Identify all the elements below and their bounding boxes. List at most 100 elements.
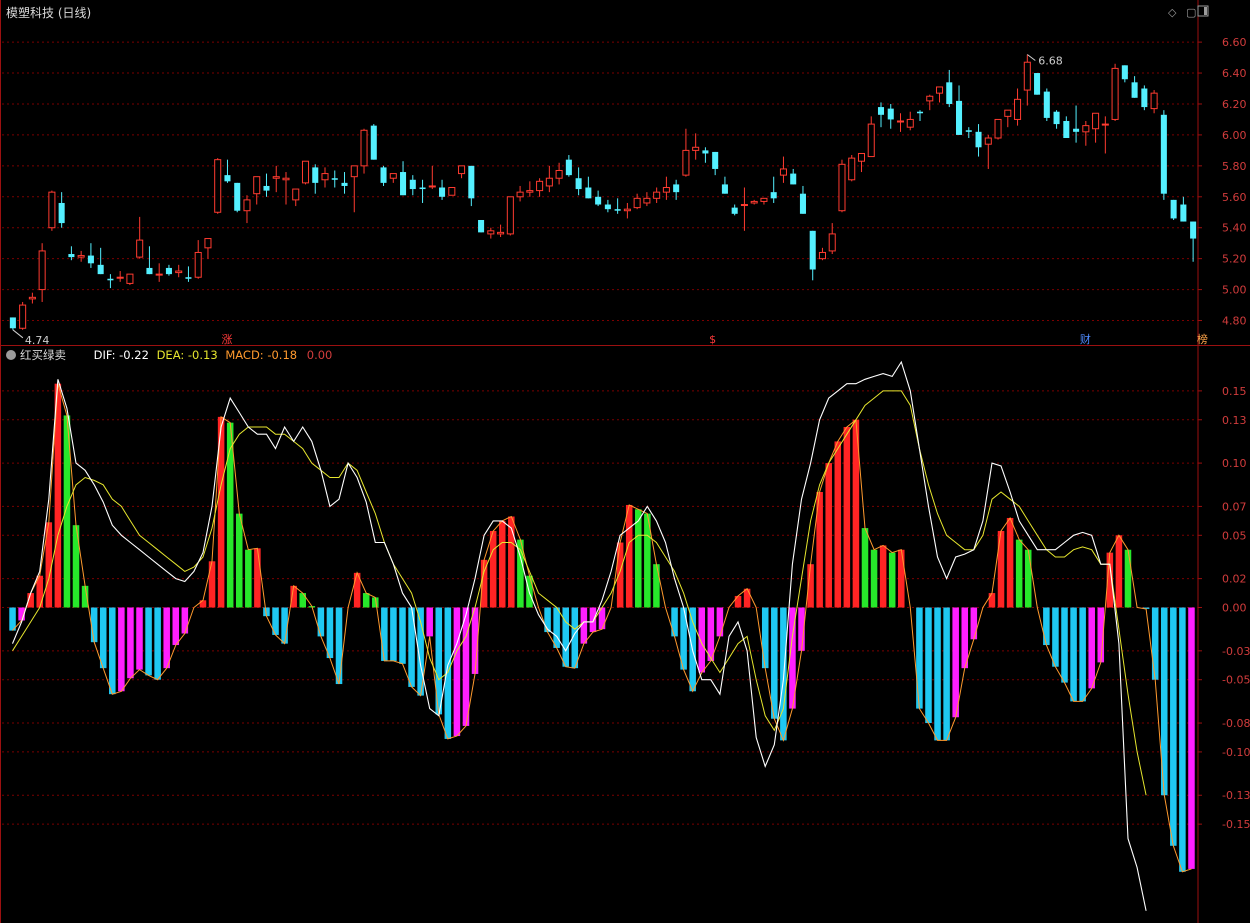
macd-bar — [1115, 535, 1123, 608]
macd-bar — [1052, 607, 1059, 667]
macd-bar — [172, 607, 180, 646]
macd-bar — [326, 607, 334, 659]
macd-bar — [281, 607, 288, 644]
candle-body — [370, 125, 377, 160]
macd-bar — [870, 549, 878, 608]
candle-body — [1160, 114, 1167, 194]
price-tick-label: 6.60 — [1222, 36, 1247, 49]
macd-bar — [508, 516, 515, 608]
price-panel-title: 模塑科技 (日线) — [6, 6, 92, 20]
event-marker: 涨 — [221, 333, 232, 346]
candle-body — [926, 95, 934, 102]
candle-body — [1014, 98, 1022, 120]
candle-body — [263, 185, 270, 191]
macd-bar — [997, 530, 1005, 608]
price-tick-label: 6.00 — [1222, 129, 1247, 142]
macd-bar — [1124, 549, 1132, 608]
candle-body — [643, 197, 651, 204]
candle-body — [350, 165, 358, 178]
macd-bar — [916, 607, 923, 709]
macd-bar — [707, 607, 715, 661]
chart-canvas: 6.60 6.40 6.20 6.00 5.80 5.60 5.40 5.20 5.00 4.80… — [0, 0, 1250, 923]
candle-body — [790, 173, 797, 185]
panel-toggle-icon[interactable] — [1196, 4, 1210, 21]
macd-bar — [453, 607, 461, 737]
candle-body — [838, 163, 846, 212]
macd-bar — [589, 607, 597, 633]
macd-bar — [970, 607, 978, 640]
candle-body — [1190, 221, 1197, 239]
candle-body — [545, 177, 553, 187]
macd-bar — [1188, 607, 1195, 869]
macd-bar — [1070, 607, 1077, 702]
candle-body — [614, 209, 621, 211]
candle-body — [126, 273, 134, 284]
macd-bar — [444, 607, 452, 739]
candle-body — [994, 118, 1002, 139]
macd-bar — [145, 607, 152, 676]
event-marker: 财 — [1080, 332, 1091, 346]
macd-bar — [127, 607, 134, 679]
candle-body — [1043, 91, 1050, 118]
macd-bar — [879, 545, 887, 608]
candle-body — [877, 107, 885, 115]
macd-bar — [489, 530, 497, 608]
macd-bar — [299, 593, 306, 608]
candle-body — [1180, 204, 1187, 222]
candle-body — [204, 238, 212, 249]
macd-bar — [335, 607, 343, 685]
candle-body — [272, 176, 280, 179]
macd-label: MACD: — [225, 348, 264, 362]
indicator-tick-label: -0.10 — [1222, 746, 1250, 759]
options-icon[interactable]: ▢ — [1186, 6, 1196, 19]
macd-bar — [199, 600, 207, 608]
macd-bar — [1088, 607, 1095, 689]
candle-body — [848, 157, 856, 181]
event-marker: $ — [709, 333, 716, 346]
candle-body — [400, 172, 407, 196]
candle-body — [818, 251, 826, 260]
dif-value: -0.22 — [119, 348, 149, 362]
candle-body — [107, 278, 114, 281]
macd-value: -0.18 — [267, 348, 298, 362]
candle-body — [497, 231, 505, 235]
macd-bar — [245, 549, 252, 608]
candle-body — [867, 123, 875, 158]
candle-body — [1053, 111, 1060, 125]
candle-body — [478, 219, 485, 233]
macd-bar — [399, 607, 406, 664]
candle-body — [487, 230, 495, 235]
macd-bar — [208, 561, 216, 608]
macd-bar — [825, 463, 832, 608]
candle-body — [633, 197, 641, 209]
macd-bar — [553, 607, 560, 648]
indicator-settings-icon[interactable] — [6, 350, 16, 360]
candle-body — [331, 178, 338, 180]
event-marker: 榜 — [1197, 332, 1208, 346]
macd-bar — [154, 607, 161, 680]
price-tick-label: 6.20 — [1222, 98, 1247, 111]
candle-body — [750, 200, 758, 204]
macd-bar — [698, 607, 706, 673]
diamond-icon[interactable]: ◇ — [1168, 6, 1176, 19]
price-tick-label: 4.80 — [1222, 315, 1247, 328]
candle-body — [595, 196, 602, 205]
candle-body — [48, 191, 56, 229]
macd-bar — [934, 607, 941, 741]
macd-bar — [716, 607, 724, 637]
candle-body — [165, 267, 172, 275]
candle-body — [28, 296, 36, 300]
indicator-tick-label: -0.13 — [1222, 789, 1250, 802]
candle-body — [779, 168, 787, 176]
price-tick-label: 5.80 — [1222, 160, 1247, 173]
candle-body — [1092, 112, 1100, 130]
candle-body — [68, 254, 75, 258]
candle-body — [662, 187, 670, 193]
macd-bar — [109, 607, 116, 695]
candle-body — [770, 192, 777, 199]
macd-bar — [1151, 607, 1159, 680]
dea-line — [12, 390, 1147, 796]
indicator-tick-label: 0.00 — [1222, 602, 1247, 615]
candle-body — [887, 108, 894, 120]
macd-bar — [381, 607, 388, 661]
